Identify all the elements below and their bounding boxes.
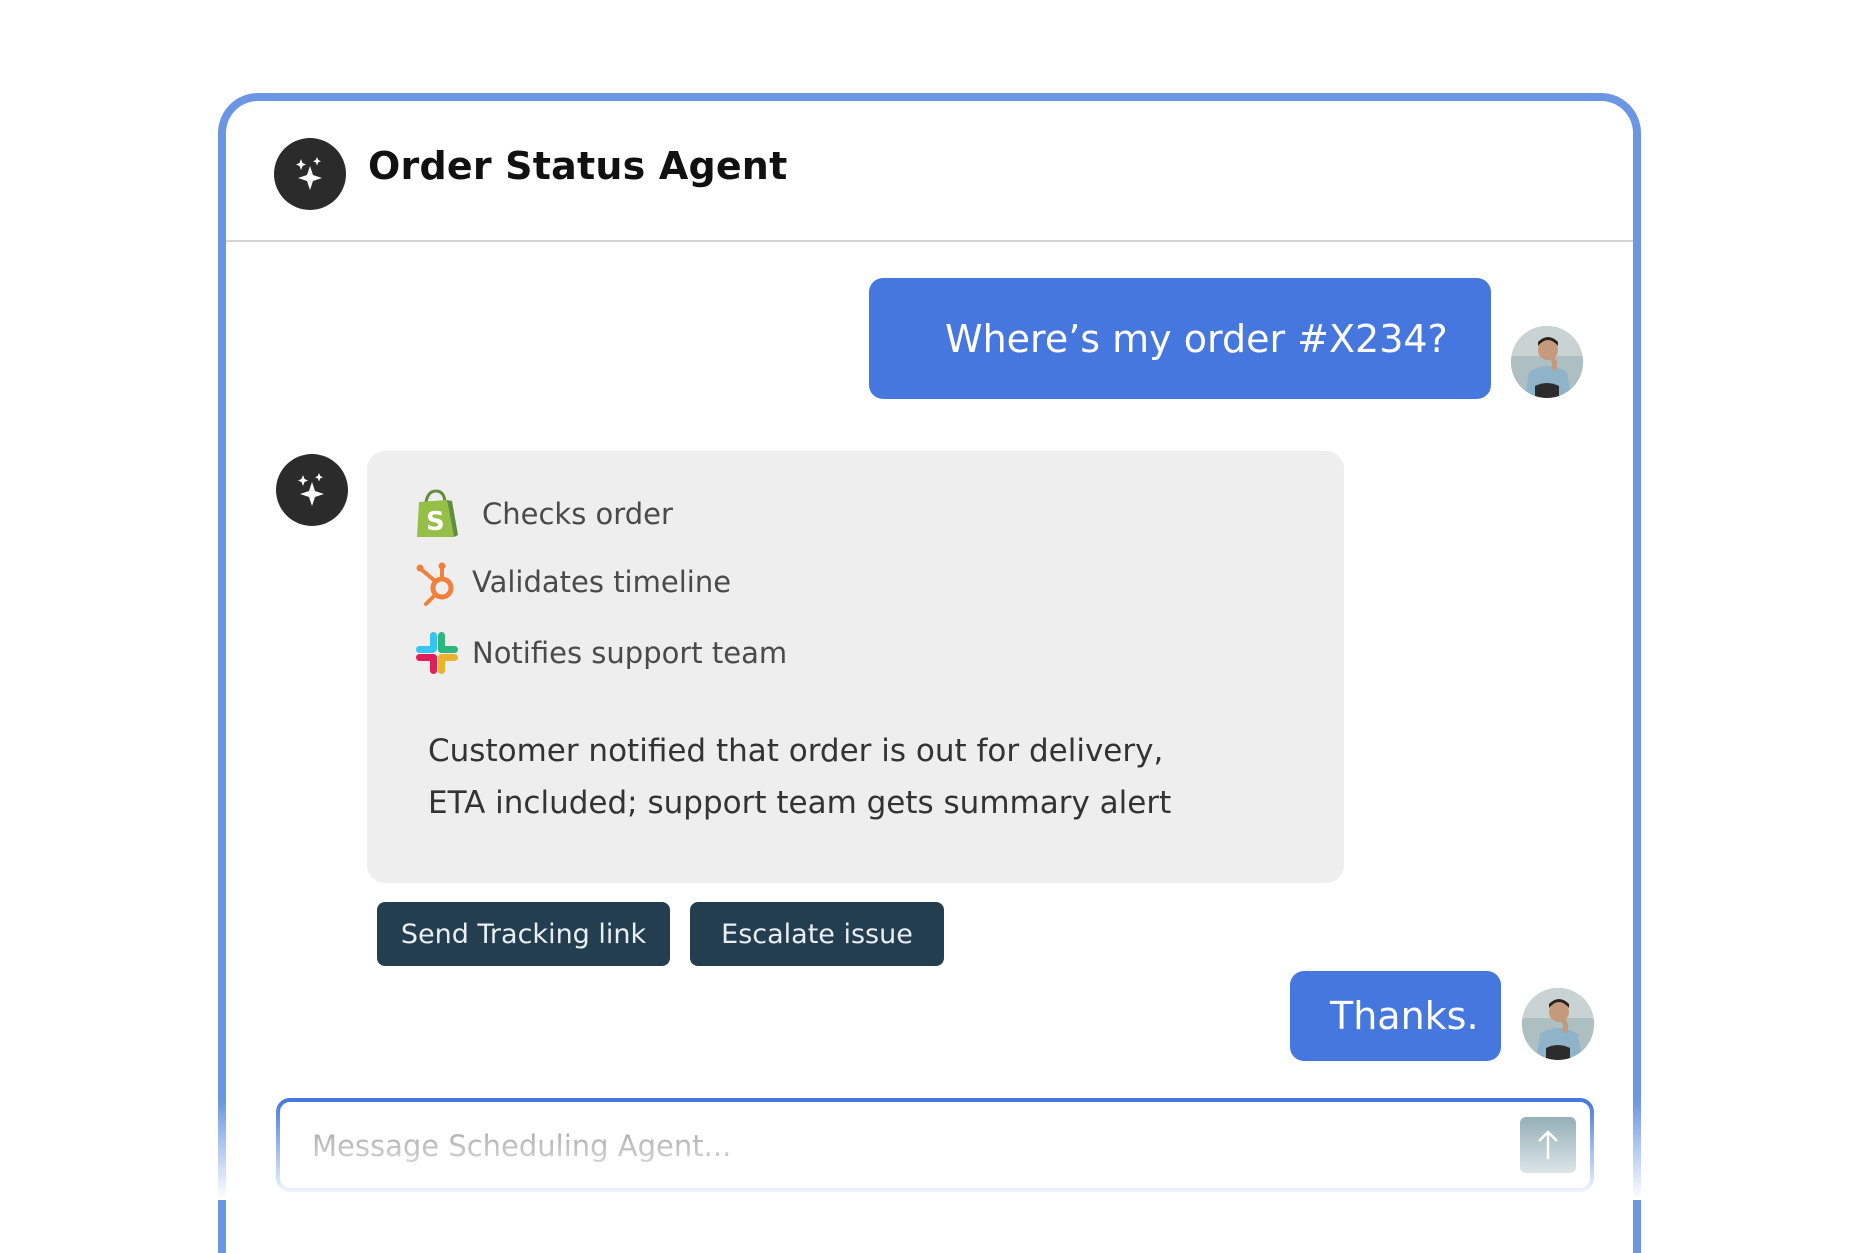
escalate-issue-button[interactable]: Escalate issue [690,902,944,966]
summary-line: ETA included; support team gets summary … [428,785,1172,821]
arrow-up-icon [1538,1130,1558,1159]
agent-avatar [276,454,348,526]
user-avatar [1511,326,1583,398]
step-label: Validates timeline [472,565,732,599]
slack-icon [414,627,460,679]
agent-step: S Checks order [414,488,673,540]
message-input[interactable] [310,1120,1464,1172]
shopify-icon: S [414,488,460,540]
agent-avatar [274,138,346,210]
user-message-bubble: Where’s my order #X234? [869,278,1491,399]
summary-line: Customer notified that order is out for … [428,733,1164,769]
send-button[interactable] [1520,1117,1576,1173]
agent-step: Notifies support team [414,627,787,679]
agent-step: Validates timeline [414,556,731,608]
hubspot-icon [414,556,460,608]
step-label: Checks order [482,497,673,531]
header-divider [226,240,1633,242]
svg-text:S: S [426,507,445,537]
step-label: Notifies support team [472,636,788,670]
user-message-bubble: Thanks. [1290,971,1501,1061]
agent-summary: Customer notified that order is out for … [428,725,1308,829]
message-composer [276,1098,1594,1192]
sparkles-icon [296,157,322,190]
user-avatar [1522,988,1594,1060]
sparkles-icon [298,473,324,506]
page-title: Order Status Agent [368,144,788,188]
send-tracking-link-button[interactable]: Send Tracking link [377,902,670,966]
